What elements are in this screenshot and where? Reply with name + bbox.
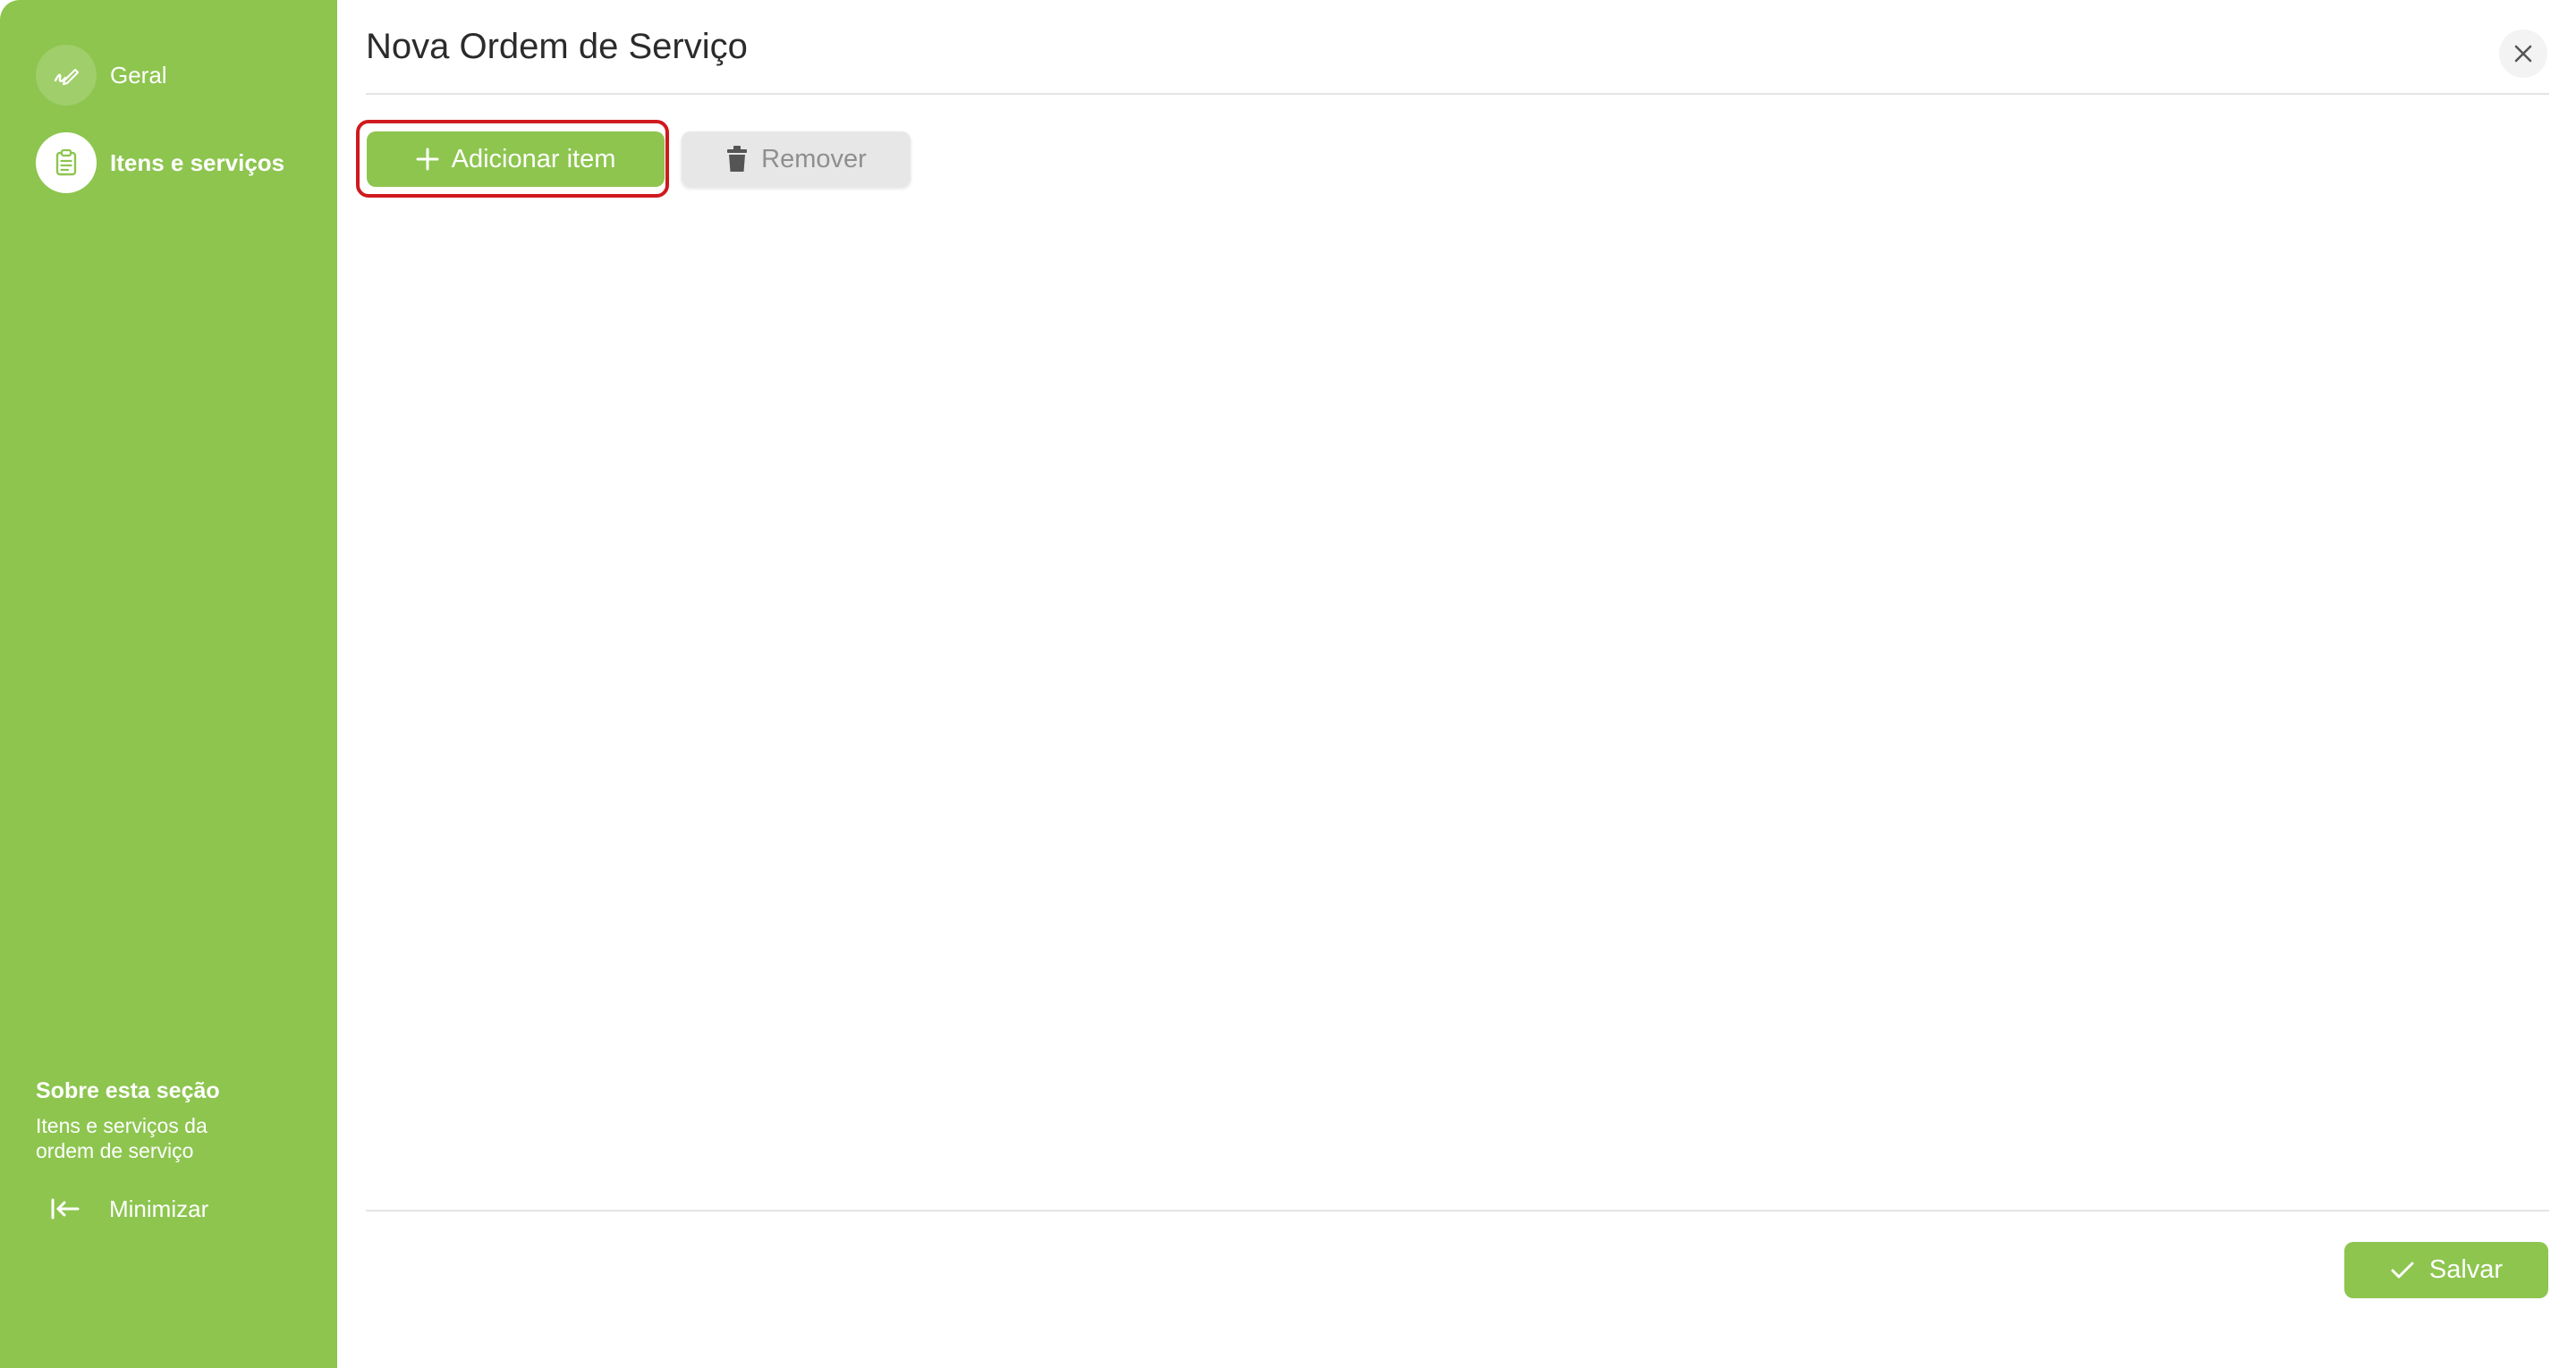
sidebar-item-geral[interactable]: Geral — [36, 45, 167, 106]
trash-icon — [725, 145, 749, 173]
header-divider — [366, 93, 2549, 95]
close-button[interactable] — [2499, 30, 2547, 78]
arrow-left-to-line-icon — [50, 1197, 80, 1220]
add-item-button[interactable]: Adicionar item — [367, 131, 665, 187]
minimize-label: Minimizar — [109, 1195, 209, 1222]
add-item-label: Adicionar item — [451, 144, 616, 173]
minimize-button[interactable]: Minimizar — [50, 1193, 208, 1225]
items-list-area — [366, 206, 2549, 1198]
sidebar: Geral Itens e serviços Sobre esta seção … — [0, 0, 337, 1368]
close-icon — [2512, 43, 2534, 64]
pencil-signature-icon — [36, 45, 97, 106]
remove-button[interactable]: Remover — [682, 131, 911, 187]
remove-label: Remover — [761, 144, 867, 173]
sidebar-item-itens-servicos[interactable]: Itens e serviços — [36, 132, 284, 193]
save-label: Salvar — [2428, 1255, 2504, 1284]
check-icon — [2390, 1261, 2415, 1280]
clipboard-list-icon — [36, 132, 97, 193]
sidebar-item-label: Geral — [110, 61, 167, 89]
about-section-title: Sobre esta seção — [36, 1078, 220, 1103]
plus-icon — [416, 148, 439, 171]
page-title: Nova Ordem de Serviço — [366, 27, 748, 66]
about-section-text: Itens e serviços da ordem de serviço — [36, 1114, 208, 1162]
save-button[interactable]: Salvar — [2344, 1242, 2548, 1298]
sidebar-item-label: Itens e serviços — [110, 148, 285, 176]
modal-window: Geral Itens e serviços Sobre esta seção … — [0, 0, 2576, 1368]
footer-divider — [366, 1210, 2549, 1212]
